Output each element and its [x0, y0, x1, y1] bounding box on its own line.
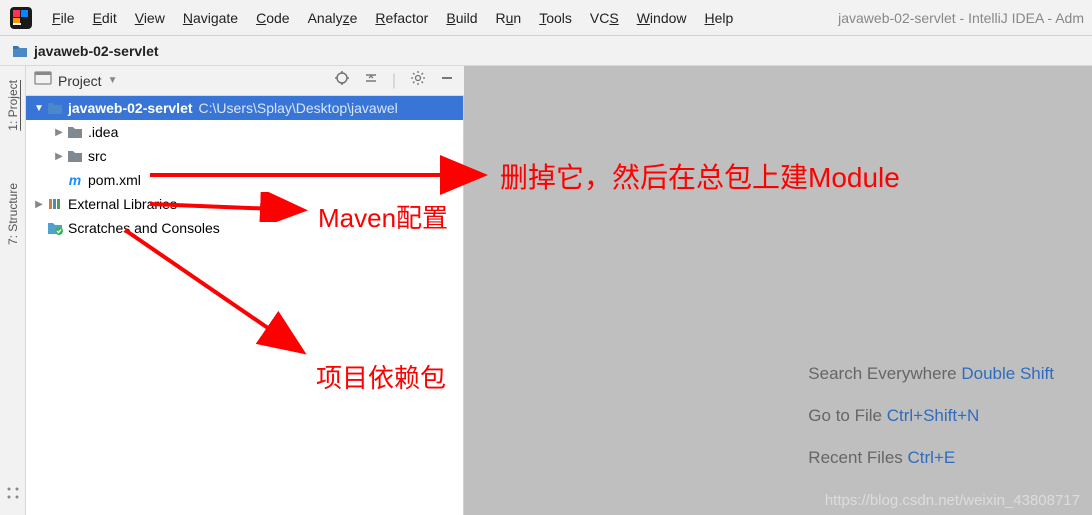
menu-tools[interactable]: Tools — [531, 6, 580, 30]
tree-node-label: javaweb-02-servlet — [68, 100, 193, 116]
navigation-bar: javaweb-02-servlet — [0, 36, 1092, 66]
editor-welcome-area: Search Everywhere Double Shift Go to Fil… — [464, 66, 1092, 515]
app-logo-icon — [10, 7, 32, 29]
menu-refactor[interactable]: Refactor — [367, 6, 436, 30]
hide-icon[interactable] — [438, 69, 456, 92]
module-folder-icon — [46, 101, 64, 115]
menu-code[interactable]: Code — [248, 6, 297, 30]
tree-node-label: src — [88, 148, 107, 164]
menu-file[interactable]: File — [44, 6, 83, 30]
side-tab-structure[interactable]: 7: Structure — [6, 175, 20, 253]
shortcut-search-everywhere: Search Everywhere Double Shift — [808, 364, 1054, 384]
shortcut-key: Ctrl+Shift+N — [887, 406, 980, 425]
folder-icon — [66, 125, 84, 139]
locate-icon[interactable] — [332, 68, 352, 93]
tree-node-external-libraries[interactable]: ▶ External Libraries — [26, 192, 463, 216]
shortcut-key: Ctrl+E — [908, 448, 956, 467]
chevron-down-icon[interactable]: ▼ — [108, 75, 118, 86]
tree-node-pom[interactable]: m pom.xml — [26, 168, 463, 192]
menu-window[interactable]: Window — [629, 6, 695, 30]
maven-file-icon: m — [66, 172, 84, 188]
libraries-icon — [46, 197, 64, 211]
project-tool-header: Project ▼ | — [26, 66, 464, 96]
project-tool-title[interactable]: Project — [58, 73, 102, 89]
menu-items: File Edit View Navigate Code Analyze Ref… — [44, 6, 741, 30]
expand-arrow-icon[interactable]: ▼ — [32, 103, 46, 114]
tree-node-idea[interactable]: ▶ .idea — [26, 120, 463, 144]
side-tab-more-icon[interactable] — [6, 486, 20, 505]
menu-analyze[interactable]: Analyze — [300, 6, 366, 30]
menu-navigate[interactable]: Navigate — [175, 6, 246, 30]
tree-node-scratches[interactable]: Scratches and Consoles — [26, 216, 463, 240]
project-scope-icon — [34, 70, 52, 91]
shortcut-key: Double Shift — [961, 364, 1054, 383]
folder-icon — [66, 149, 84, 163]
menu-help[interactable]: Help — [697, 6, 742, 30]
menu-build[interactable]: Build — [438, 6, 485, 30]
shortcut-go-to-file: Go to File Ctrl+Shift+N — [808, 406, 1054, 426]
tree-node-label: External Libraries — [68, 196, 177, 212]
tree-root-node[interactable]: ▼ javaweb-02-servlet C:\Users\Splay\Desk… — [26, 96, 463, 120]
module-folder-icon — [12, 44, 28, 58]
tree-node-path: C:\Users\Splay\Desktop\javawel — [199, 100, 398, 116]
breadcrumb-root[interactable]: javaweb-02-servlet — [34, 43, 159, 59]
tree-node-label: Scratches and Consoles — [68, 220, 220, 236]
side-tab-project[interactable]: 1: Project — [6, 72, 20, 139]
menu-vcs[interactable]: VCS — [582, 6, 627, 30]
tree-node-label: pom.xml — [88, 172, 141, 188]
divider: | — [390, 70, 398, 92]
menu-bar: File Edit View Navigate Code Analyze Ref… — [0, 0, 1092, 36]
shortcut-recent-files: Recent Files Ctrl+E — [808, 448, 1054, 468]
shortcut-hints: Search Everywhere Double Shift Go to Fil… — [808, 364, 1054, 490]
menu-edit[interactable]: Edit — [85, 6, 125, 30]
menu-view[interactable]: View — [127, 6, 173, 30]
watermark-text: https://blog.csdn.net/weixin_43808717 — [825, 492, 1080, 509]
side-tool-tabs: 1: Project 7: Structure — [0, 66, 26, 515]
window-title: javaweb-02-servlet - IntelliJ IDEA - Adm — [838, 10, 1092, 26]
tree-node-label: .idea — [88, 124, 118, 140]
gear-icon[interactable] — [408, 68, 428, 93]
menu-run[interactable]: Run — [488, 6, 530, 30]
expand-arrow-icon[interactable]: ▶ — [52, 127, 66, 138]
collapse-all-icon[interactable] — [362, 69, 380, 92]
scratches-icon — [46, 221, 64, 235]
expand-arrow-icon[interactable]: ▶ — [32, 199, 46, 210]
tool-actions: | — [332, 68, 456, 93]
tree-node-src[interactable]: ▶ src — [26, 144, 463, 168]
expand-arrow-icon[interactable]: ▶ — [52, 151, 66, 162]
project-tree: ▼ javaweb-02-servlet C:\Users\Splay\Desk… — [26, 96, 464, 515]
